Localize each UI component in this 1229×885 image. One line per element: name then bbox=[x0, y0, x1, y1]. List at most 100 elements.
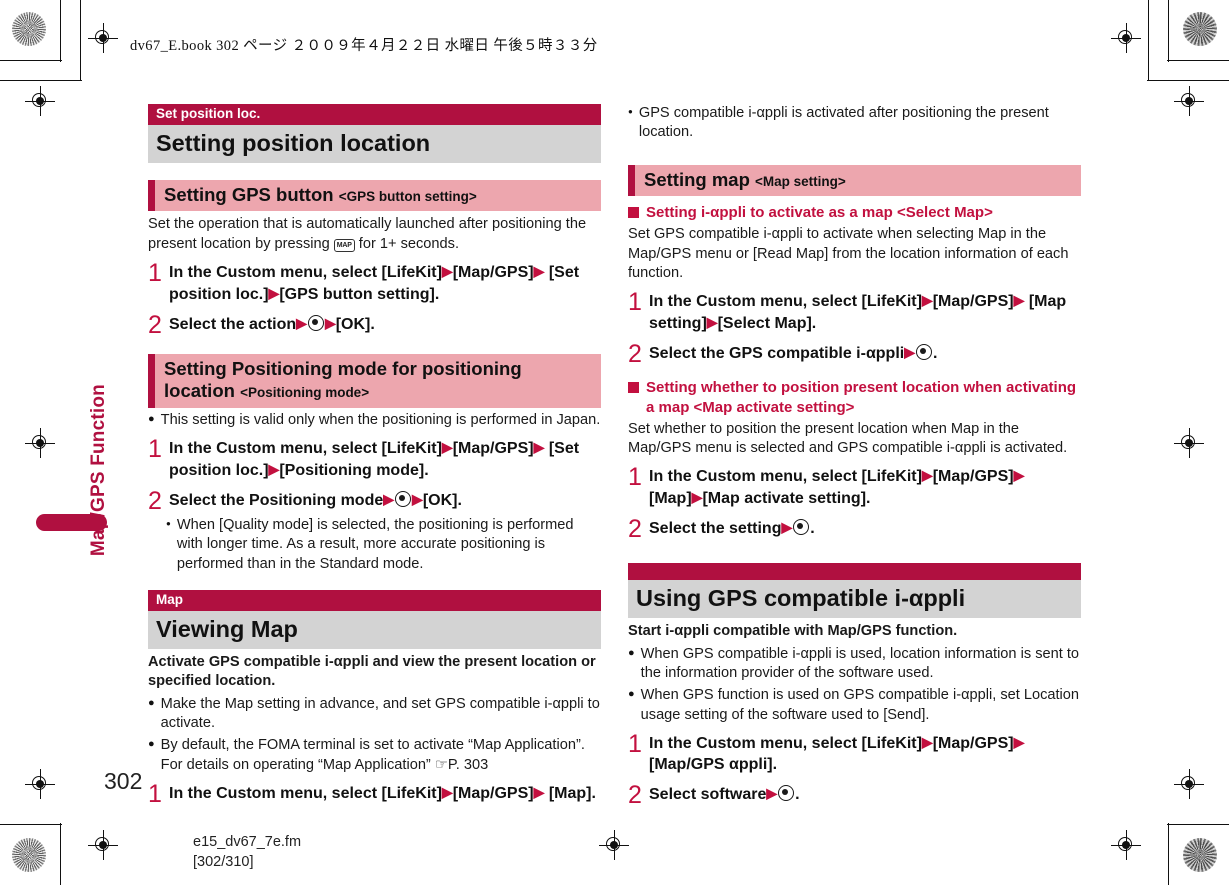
arrow-icon: ▶ bbox=[268, 461, 280, 477]
registration-mark-bottom-center bbox=[599, 830, 629, 860]
note-text: When GPS compatible i-αppli is used, loc… bbox=[640, 645, 1080, 681]
subsection-title: Setting GPS button bbox=[164, 183, 334, 205]
resolution-target-top-left bbox=[12, 12, 46, 46]
step-part: Select software bbox=[649, 785, 767, 803]
step-item: 2 Select the setting▶. bbox=[628, 514, 1081, 543]
select-map-heading: Setting i-αppli to activate as a map <Se… bbox=[628, 203, 1081, 223]
subsection-heading: Setting GPS button <GPS button setting> bbox=[155, 180, 483, 212]
subsection-cap bbox=[148, 353, 155, 408]
arrow-icon: ▶ bbox=[781, 518, 793, 535]
heading-text: Setting whether to position present loca… bbox=[646, 378, 1077, 416]
note-bullet: ● By default, the FOMA terminal is set t… bbox=[148, 736, 601, 775]
step-part: [OK]. bbox=[335, 315, 375, 333]
section-eyebrow bbox=[628, 562, 1081, 580]
step-item: 1 In the Custom menu, select [LifeKit]▶[… bbox=[148, 437, 601, 482]
step-number: 1 bbox=[628, 288, 642, 317]
step-number: 1 bbox=[148, 259, 162, 288]
arrow-icon: ▶ bbox=[921, 292, 933, 309]
step-subnote: ● When [Quality mode] is selected, the p… bbox=[166, 516, 601, 574]
step-part: . bbox=[933, 344, 938, 362]
step-text: In the Custom menu, select [LifeKit]▶[Ma… bbox=[169, 438, 601, 482]
arrow-icon: ▶ bbox=[706, 314, 718, 331]
bullet-dot-icon: ● bbox=[628, 688, 635, 701]
step-number: 1 bbox=[148, 780, 162, 809]
subsection-gps-button-bar: Setting GPS button <GPS button setting> bbox=[148, 179, 601, 212]
note-text: Make the Map setting in advance, and set… bbox=[160, 695, 600, 731]
resolution-target-bottom-left bbox=[12, 838, 46, 872]
select-key-icon bbox=[778, 784, 795, 801]
step-part: [OK]. bbox=[422, 491, 462, 509]
registration-mark-bottom-right bbox=[1111, 830, 1141, 860]
crop-line bbox=[80, 0, 81, 80]
step-item: 1 In the Custom menu, select [LifeKit]▶[… bbox=[628, 465, 1081, 510]
note-bullet: ● When GPS compatible i-αppli is used, l… bbox=[628, 645, 1081, 684]
step-part: [Map/GPS] bbox=[452, 785, 534, 803]
registration-mark-right-middle bbox=[1174, 428, 1204, 458]
crop-line bbox=[1168, 0, 1169, 62]
registration-mark-left-lower bbox=[25, 769, 55, 799]
left-column: Set position loc. Setting position locat… bbox=[148, 104, 601, 809]
arrow-icon: ▶ bbox=[766, 784, 778, 801]
step-item: 1 In the Custom menu, select [LifeKit]▶[… bbox=[148, 780, 601, 809]
step-number: 2 bbox=[628, 780, 642, 809]
arrow-icon: ▶ bbox=[921, 467, 933, 484]
step-item: 1 In the Custom menu, select [LifeKit]▶[… bbox=[628, 288, 1081, 335]
note-bullet: ● This setting is valid only when the po… bbox=[148, 411, 601, 430]
step-part: In the Custom menu, select [LifeKit] bbox=[169, 440, 442, 458]
section-title: Viewing Map bbox=[148, 610, 601, 649]
section-map: Map Viewing Map bbox=[148, 590, 601, 649]
note-text: By default, the FOMA terminal is set to … bbox=[160, 737, 585, 773]
section-title: Using GPS compatible i-αppli bbox=[628, 579, 1081, 619]
step-part: [Map] bbox=[649, 490, 692, 508]
footer-page-range: [302/310] bbox=[193, 853, 254, 870]
map-activate-intro: Set whether to position the present loca… bbox=[628, 420, 1068, 456]
crop-line bbox=[1168, 823, 1169, 885]
arrow-icon: ▶ bbox=[412, 490, 423, 507]
intro-text-b: for 1+ seconds. bbox=[354, 235, 459, 252]
arrow-icon: ▶ bbox=[441, 263, 453, 280]
step-number: 2 bbox=[628, 514, 642, 543]
select-key-icon bbox=[307, 314, 324, 331]
step-part: Select the setting bbox=[649, 519, 782, 537]
arrow-icon: ▶ bbox=[268, 284, 280, 301]
crop-line bbox=[0, 824, 62, 825]
top-note-bullet: ● GPS compatible i-αppli is activated af… bbox=[628, 104, 1081, 143]
step-part: Select the GPS compatible i-αppli bbox=[649, 344, 905, 362]
viewing-map-lead: Activate GPS compatible i-αppli and view… bbox=[148, 653, 596, 690]
step-text: In the Custom menu, select [LifeKit]▶[Ma… bbox=[169, 262, 601, 306]
step-part: Select the Positioning mode bbox=[169, 491, 384, 509]
step-part: [Map/GPS] bbox=[932, 735, 1014, 753]
crop-line bbox=[60, 0, 61, 62]
subsection-cap bbox=[628, 164, 635, 197]
registration-mark-right-upper bbox=[1174, 86, 1204, 116]
arrow-icon: ▶ bbox=[533, 263, 545, 280]
arrow-icon: ▶ bbox=[1013, 734, 1025, 751]
crop-line bbox=[1167, 60, 1229, 61]
registration-mark-top-right bbox=[1111, 23, 1141, 53]
bullet-dot-icon: ● bbox=[148, 738, 155, 751]
step-text: In the Custom menu, select [LifeKit]▶[Ma… bbox=[649, 466, 1081, 510]
section-eyebrow: Map bbox=[148, 590, 601, 611]
crop-line bbox=[1167, 824, 1229, 825]
square-bullet-icon bbox=[628, 381, 639, 393]
thumb-tab-marker bbox=[36, 514, 107, 531]
bullet-dot-icon: ● bbox=[148, 412, 155, 425]
select-key-icon bbox=[793, 518, 810, 535]
step-part: . bbox=[810, 519, 815, 537]
subsection-cap bbox=[148, 179, 155, 212]
bullet-dot-icon: ● bbox=[628, 107, 633, 116]
step-number: 2 bbox=[148, 310, 162, 339]
registration-mark-right-lower bbox=[1174, 769, 1204, 799]
subnote-text: When [Quality mode] is selected, the pos… bbox=[176, 516, 574, 572]
step-part: [Map]. bbox=[548, 785, 596, 803]
step-number: 1 bbox=[628, 730, 642, 759]
step-item: 1 In the Custom menu, select [LifeKit]▶[… bbox=[148, 259, 601, 306]
step-item: 1 In the Custom menu, select [LifeKit]▶[… bbox=[628, 730, 1081, 776]
subsection-heading: Setting Positioning mode for positioning… bbox=[155, 354, 601, 408]
subsection-angle-label: <GPS button setting> bbox=[338, 188, 477, 204]
note-text: This setting is valid only when the posi… bbox=[160, 411, 601, 428]
arrow-icon: ▶ bbox=[1013, 292, 1025, 309]
note-text: When GPS function is used on GPS compati… bbox=[640, 687, 1080, 723]
gps-button-intro: Set the operation that is automatically … bbox=[148, 215, 601, 254]
arrow-icon: ▶ bbox=[383, 490, 395, 507]
